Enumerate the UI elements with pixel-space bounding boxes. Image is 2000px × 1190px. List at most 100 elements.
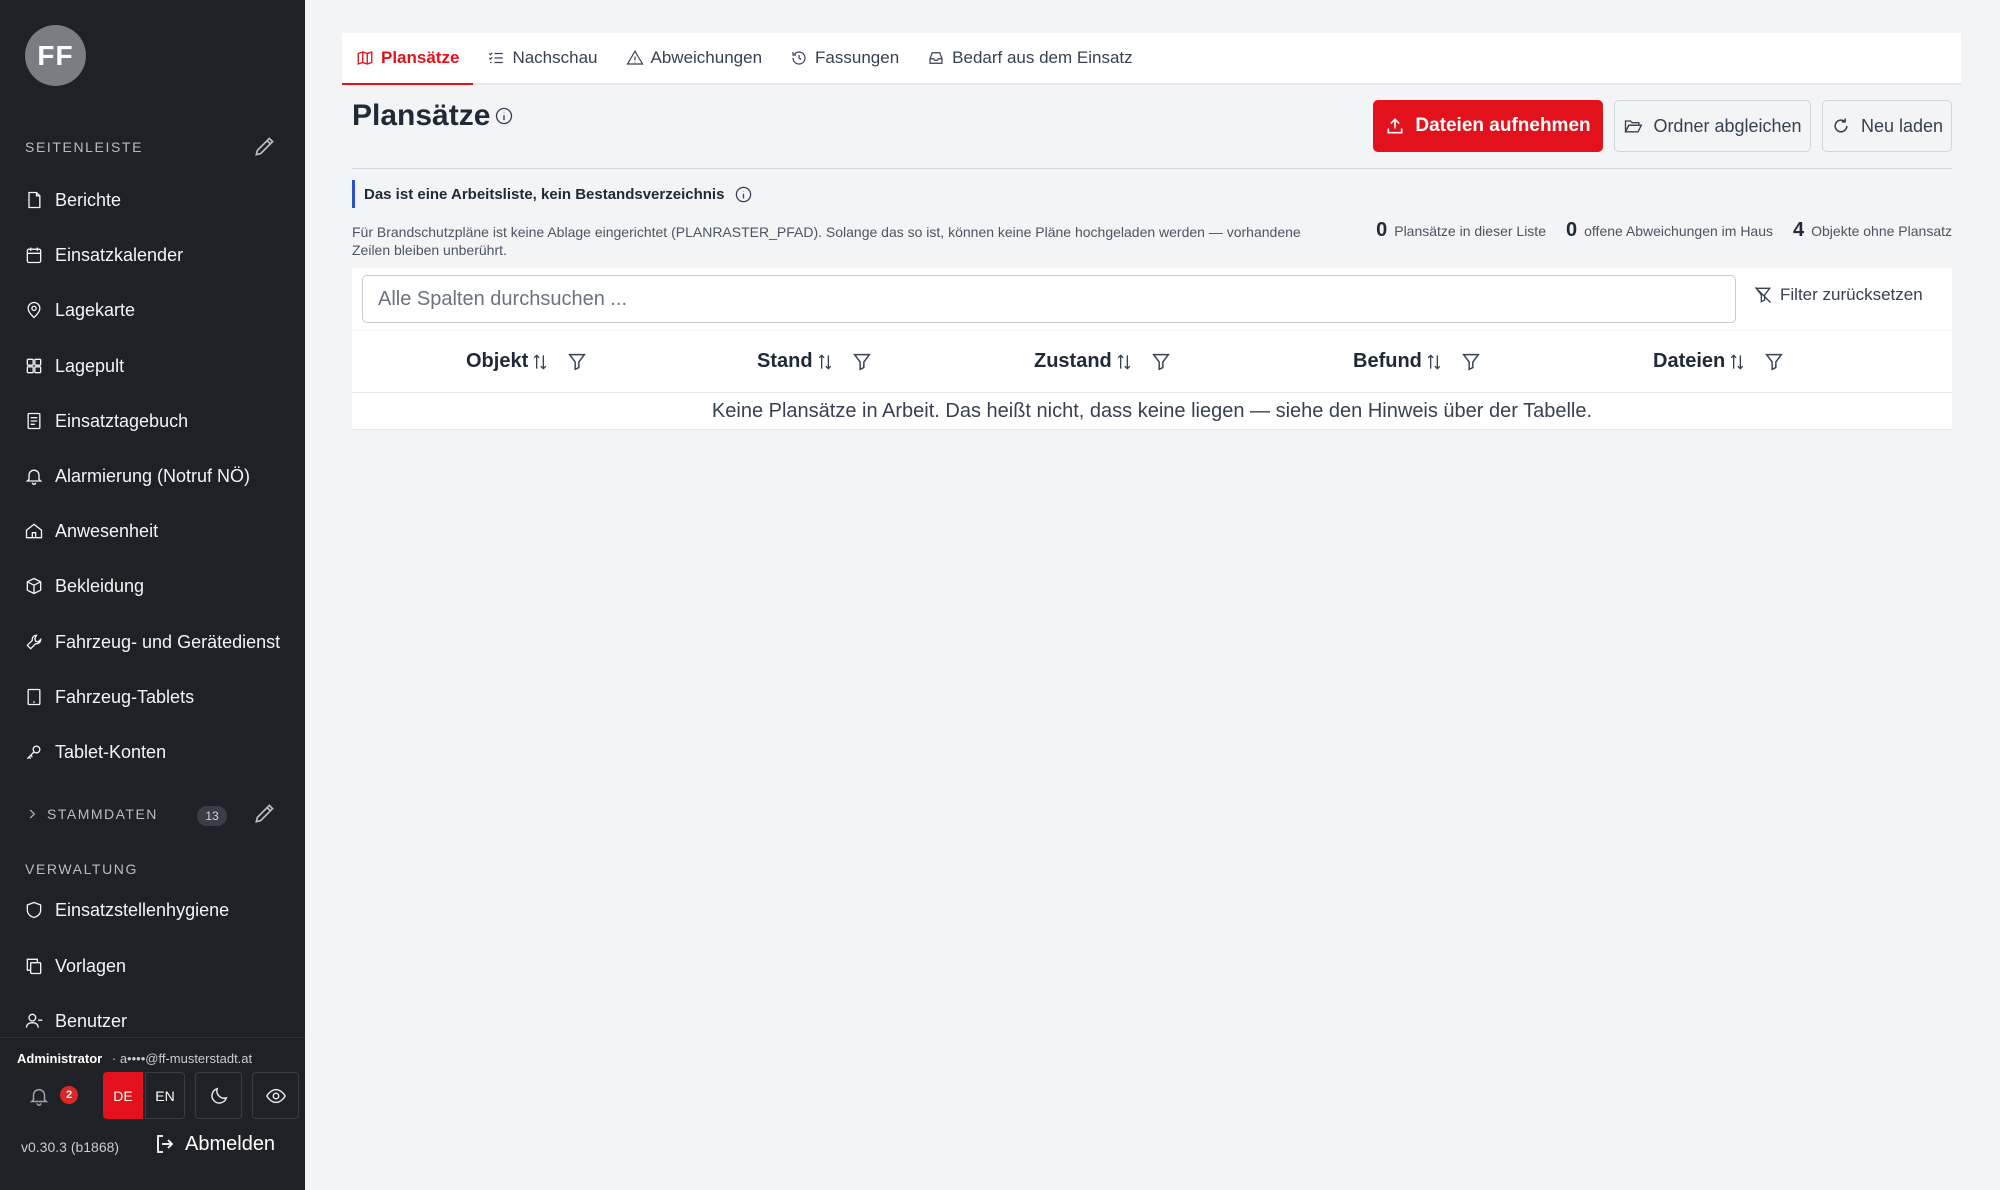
sidebar-item-label: Lagekarte	[55, 299, 136, 320]
stat-objekte: 4 Objekte ohne Plansatz	[1793, 219, 1952, 242]
tab-label: Nachschau	[512, 48, 598, 67]
shield-icon	[26, 901, 42, 919]
column-filter-icon[interactable]	[1150, 351, 1172, 373]
house-icon	[25, 523, 43, 539]
column-header-objekt[interactable]: Objekt	[466, 350, 588, 373]
tab-bedarf[interactable]: Bedarf aus dem Einsatz	[913, 33, 1146, 83]
empty-table-message: Keine Plansätze in Arbeit. Das heißt nic…	[352, 393, 1952, 430]
user-icon	[25, 1013, 43, 1028]
sidebar-item-fahrzeugdienst[interactable]: Fahrzeug- und Gerätedienst	[0, 619, 305, 665]
column-filter-icon[interactable]	[851, 351, 873, 373]
folder-open-icon	[1624, 120, 1643, 133]
sort-icon[interactable]	[530, 352, 550, 372]
worklist-notice: Das ist eine Arbeitsliste, kein Bestands…	[352, 180, 753, 208]
column-header-dateien[interactable]: Dateien	[1653, 350, 1785, 373]
user-email-text: a••••@ff-musterstadt.at	[119, 1051, 253, 1066]
column-header-zustand[interactable]: Zustand	[1034, 350, 1172, 373]
table-toolbar: Filter zurücksetzen	[352, 268, 1952, 330]
stammdaten-toggle[interactable]: STAMMDATEN	[25, 806, 158, 822]
sidebar-item-lagepult[interactable]: Lagepult	[0, 343, 305, 389]
column-label: Dateien	[1653, 350, 1726, 372]
grid-icon	[26, 358, 42, 374]
upload-files-button[interactable]: Dateien aufnehmen	[1373, 100, 1603, 152]
sidebar-item-einsatzkalender[interactable]: Einsatzkalender	[0, 232, 305, 278]
tab-abweichungen[interactable]: Abweichungen	[612, 33, 777, 83]
column-filter-icon[interactable]	[1460, 351, 1482, 373]
sidebar-item-vorlagen[interactable]: Vorlagen	[0, 943, 305, 989]
lang-de-button[interactable]: DE	[103, 1072, 143, 1119]
sidebar-item-label: Tablet-Konten	[55, 741, 167, 762]
user-role: Administrator	[17, 1051, 103, 1066]
sort-icon[interactable]	[1424, 352, 1444, 372]
table-header: Objekt Stand Zustand Befund Dateien	[352, 331, 1952, 393]
copy-icon	[26, 958, 42, 975]
sidebar-item-label: Einsatzstellenhygiene	[55, 899, 230, 920]
sidebar-footer-divider	[0, 1037, 305, 1038]
sidebar-item-einsatztagebuch[interactable]: Einsatztagebuch	[0, 398, 305, 444]
page-title: Plansätze	[352, 99, 491, 132]
logout-icon	[157, 1135, 174, 1153]
sort-icon[interactable]	[1727, 352, 1747, 372]
edit-stammdaten-icon[interactable]	[252, 800, 278, 826]
key-icon	[26, 745, 41, 760]
bell-icon	[25, 469, 43, 485]
sidebar-item-lagekarte[interactable]: Lagekarte	[0, 287, 305, 333]
column-label: Befund	[1353, 350, 1422, 372]
column-label: Stand	[757, 350, 813, 372]
upload-files-label: Dateien aufnehmen	[1415, 115, 1591, 136]
sidebar-item-berichte[interactable]: Berichte	[0, 177, 305, 223]
lang-en-button[interactable]: EN	[145, 1072, 185, 1119]
reset-filters-label: Filter zurücksetzen	[1780, 285, 1923, 304]
sidebar-item-alarmierung[interactable]: Alarmierung (Notruf NÖ)	[0, 453, 305, 499]
sidebar-item-label: Fahrzeug-Tablets	[55, 686, 195, 707]
tab-plansaetze[interactable]: Plansätze	[342, 33, 474, 85]
tab-nachschau[interactable]: Nachschau	[473, 33, 611, 83]
column-label: Objekt	[466, 350, 529, 372]
sidebar-item-einsatzstellenhygiene[interactable]: Einsatzstellenhygiene	[0, 887, 305, 933]
sort-icon[interactable]	[815, 352, 835, 372]
sidebar-item-label: Alarmierung (Notruf NÖ)	[55, 465, 251, 486]
sync-folder-button[interactable]: Ordner abgleichen	[1614, 100, 1811, 152]
sidebar-item-tablet-konten[interactable]: Tablet-Konten	[0, 729, 305, 775]
box-icon	[26, 577, 42, 595]
global-search-input[interactable]	[362, 275, 1736, 323]
logout-button[interactable]: Abmelden	[153, 1132, 275, 1156]
info-icon[interactable]	[494, 106, 514, 126]
sidebar-item-fahrzeug-tablets[interactable]: Fahrzeug-Tablets	[0, 674, 305, 720]
stat-label: Plansätze in dieser Liste	[1394, 223, 1546, 239]
warning-icon	[625, 50, 644, 65]
sidebar: FF SEITENLEISTE Berichte Einsatzkalender…	[0, 0, 305, 1190]
stat-value: 0	[1566, 219, 1578, 241]
map-icon	[357, 51, 373, 65]
avatar[interactable]: FF	[25, 25, 86, 86]
user-info: Administrator · a••••@ff-musterstadt.at	[17, 1051, 252, 1066]
column-header-befund[interactable]: Befund	[1353, 350, 1482, 373]
stammdaten-count-badge: 13	[197, 806, 227, 826]
reload-button[interactable]: Neu laden	[1822, 100, 1952, 152]
tab-fassungen[interactable]: Fassungen	[776, 33, 913, 83]
sidebar-item-bekleidung[interactable]: Bekleidung	[0, 563, 305, 609]
reset-filters-button[interactable]: Filter zurücksetzen	[1753, 285, 1923, 305]
column-filter-icon[interactable]	[1763, 351, 1785, 373]
sidebar-item-label: Bekleidung	[55, 575, 145, 596]
info-icon[interactable]	[734, 185, 753, 204]
edit-sidebar-icon[interactable]	[252, 133, 278, 159]
refresh-icon	[1834, 118, 1848, 133]
column-header-stand[interactable]: Stand	[757, 350, 873, 373]
chevron-right-icon	[29, 809, 36, 819]
section-header-sidebar: SEITENLEISTE	[25, 139, 144, 155]
wrench-icon	[26, 634, 42, 650]
sync-folder-label: Ordner abgleichen	[1653, 115, 1802, 136]
sidebar-item-label: Einsatzkalender	[55, 244, 184, 265]
storage-hint: Für Brandschutzpläne ist keine Ablage ei…	[352, 224, 1301, 258]
checklist-icon	[489, 52, 504, 64]
notification-count-badge: 2	[60, 1086, 78, 1104]
visibility-toggle-button[interactable]	[252, 1072, 299, 1119]
dark-mode-button[interactable]	[195, 1072, 242, 1119]
notification-bell-icon[interactable]	[28, 1085, 50, 1107]
column-filter-icon[interactable]	[566, 351, 588, 373]
sort-icon[interactable]	[1114, 352, 1134, 372]
sidebar-item-anwesenheit[interactable]: Anwesenheit	[0, 508, 305, 554]
column-label: Zustand	[1034, 350, 1112, 372]
sidebar-item-label: Vorlagen	[55, 955, 127, 976]
